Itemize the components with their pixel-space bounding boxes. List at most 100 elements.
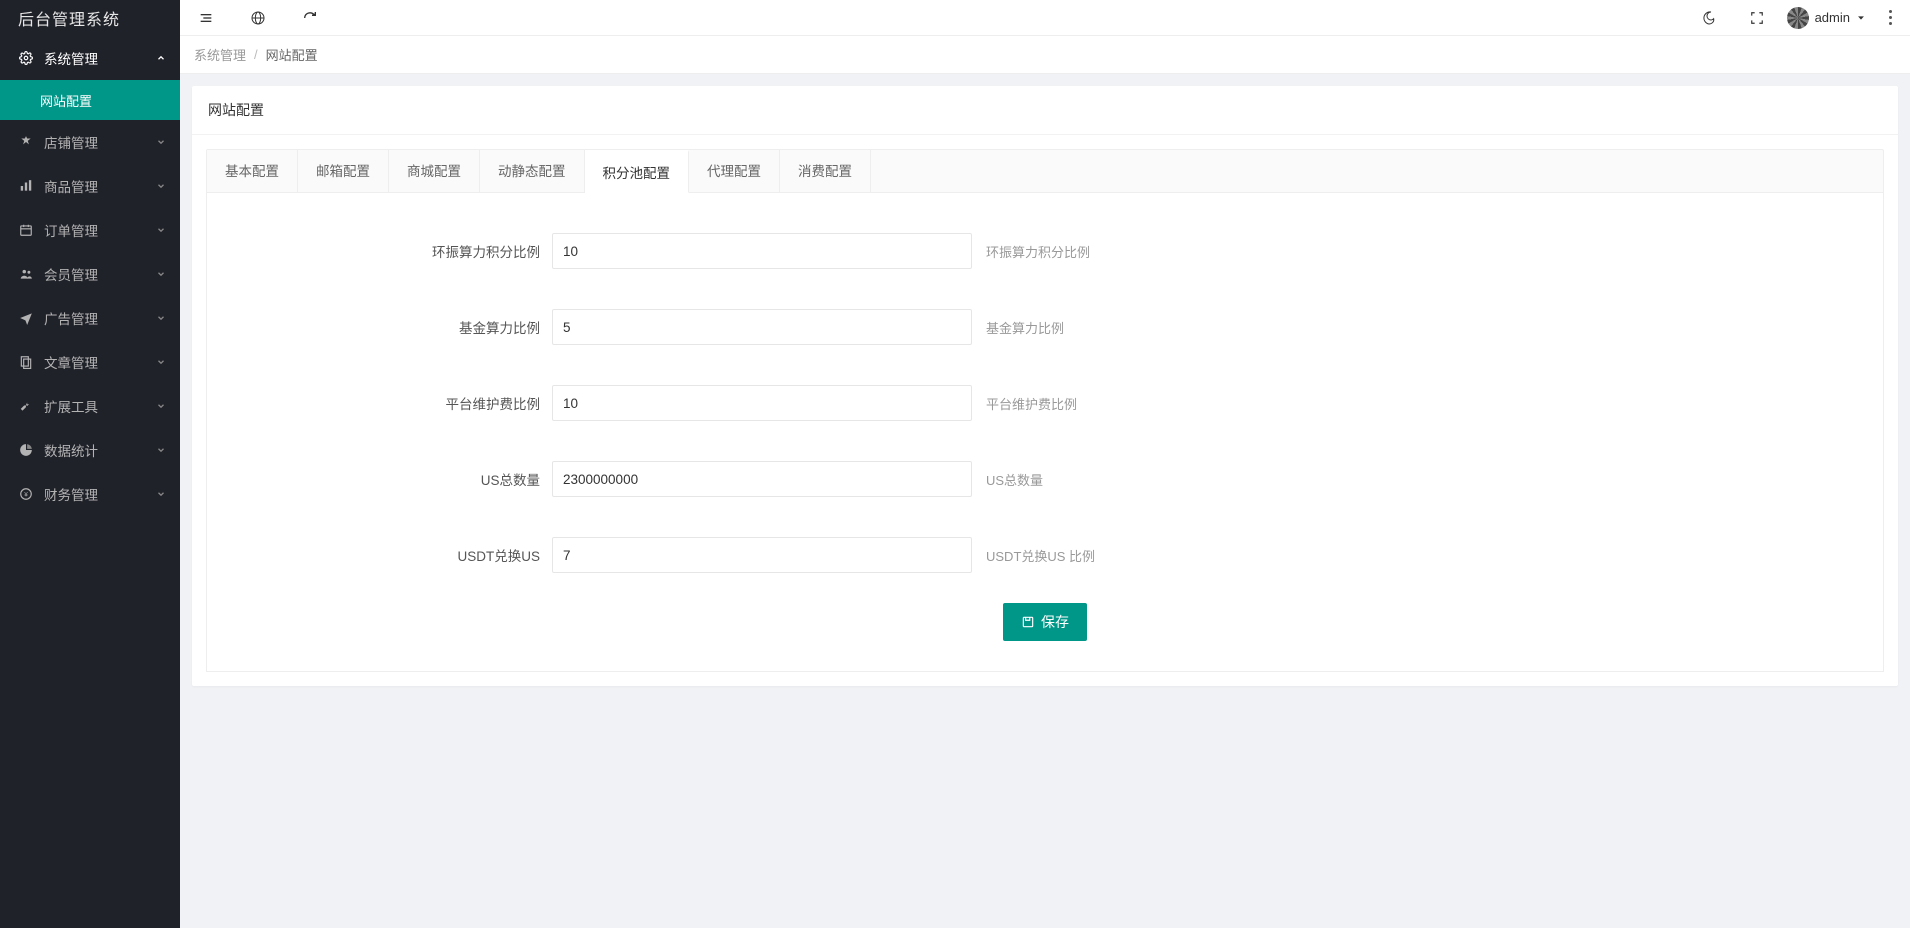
- app-title: 后台管理系统: [0, 0, 180, 36]
- card-title: 网站配置: [192, 86, 1898, 135]
- plane-icon: [18, 310, 34, 326]
- svg-text:¥: ¥: [24, 491, 28, 498]
- bar-chart-icon: [18, 178, 34, 194]
- calendar-icon: [18, 222, 34, 238]
- sidebar-subitem-label: 网站配置: [40, 91, 92, 110]
- sidebar-item-ad[interactable]: 广告管理: [0, 296, 180, 340]
- user-menu[interactable]: admin: [1787, 7, 1866, 29]
- fullscreen-icon[interactable]: [1741, 2, 1773, 34]
- sidebar-item-label: 订单管理: [44, 220, 98, 240]
- sidebar-item-system[interactable]: 系统管理: [0, 36, 180, 80]
- globe-icon[interactable]: [242, 2, 274, 34]
- config-card: 网站配置 基本配置 邮箱配置 商城配置 动静态配置 积分池配置 代理配置 消费配…: [192, 86, 1898, 686]
- tab-agent[interactable]: 代理配置: [689, 150, 780, 192]
- chevron-down-icon: [156, 181, 166, 191]
- chevron-down-icon: [156, 269, 166, 279]
- sidebar-item-label: 会员管理: [44, 264, 98, 284]
- form-panel: 环振算力积分比例 环振算力积分比例 基金算力比例 基金算力比例 平台维护费比例 …: [206, 193, 1884, 672]
- form-label: 基金算力比例: [217, 317, 552, 337]
- sidebar-item-finance[interactable]: ¥ 财务管理: [0, 472, 180, 516]
- form-row-usdt-exchange: USDT兑换US USDT兑换US 比例: [217, 517, 1873, 593]
- chevron-down-icon: [156, 357, 166, 367]
- sidebar-item-member[interactable]: 会员管理: [0, 252, 180, 296]
- gear-icon: [18, 50, 34, 66]
- tab-basic[interactable]: 基本配置: [207, 150, 298, 192]
- sidebar: 后台管理系统 系统管理 网站配置 店铺管理: [0, 0, 180, 928]
- form-hint: 环振算力积分比例: [986, 242, 1090, 261]
- form-hint: 基金算力比例: [986, 318, 1064, 337]
- sidebar-item-label: 系统管理: [44, 48, 98, 68]
- breadcrumb-separator: /: [254, 47, 258, 62]
- sidebar-item-order[interactable]: 订单管理: [0, 208, 180, 252]
- sidebar-item-label: 店铺管理: [44, 132, 98, 152]
- breadcrumb-crumb[interactable]: 系统管理: [194, 45, 246, 64]
- refresh-icon[interactable]: [294, 2, 326, 34]
- form-label: USDT兑换US: [217, 545, 552, 565]
- username-label: admin: [1815, 10, 1850, 25]
- coin-icon: ¥: [18, 486, 34, 502]
- hand-icon: [18, 134, 34, 150]
- content-area: 网站配置 基本配置 邮箱配置 商城配置 动静态配置 积分池配置 代理配置 消费配…: [180, 74, 1910, 698]
- form-label: US总数量: [217, 469, 552, 489]
- sidebar-item-label: 商品管理: [44, 176, 98, 196]
- card-body: 基本配置 邮箱配置 商城配置 动静态配置 积分池配置 代理配置 消费配置 环振算…: [192, 135, 1898, 686]
- fund-power-ratio-input[interactable]: [552, 309, 972, 345]
- platform-fee-ratio-input[interactable]: [552, 385, 972, 421]
- ring-power-ratio-input[interactable]: [552, 233, 972, 269]
- sidebar-item-label: 财务管理: [44, 484, 98, 504]
- form-row-platform-fee-ratio: 平台维护费比例 平台维护费比例: [217, 365, 1873, 441]
- topbar-left: [190, 2, 326, 34]
- sidebar-item-label: 文章管理: [44, 352, 98, 372]
- users-icon: [18, 266, 34, 282]
- form-label: 环振算力积分比例: [217, 241, 552, 261]
- sidebar-item-extension[interactable]: 扩展工具: [0, 384, 180, 428]
- usdt-exchange-input[interactable]: [552, 537, 972, 573]
- tab-points-pool[interactable]: 积分池配置: [585, 150, 690, 193]
- form-row-ring-power-ratio: 环振算力积分比例 环振算力积分比例: [217, 213, 1873, 289]
- sidebar-item-label: 扩展工具: [44, 396, 98, 416]
- wrench-icon: [18, 398, 34, 414]
- chevron-down-icon: [156, 137, 166, 147]
- sidebar-item-product[interactable]: 商品管理: [0, 164, 180, 208]
- config-tabs: 基本配置 邮箱配置 商城配置 动静态配置 积分池配置 代理配置 消费配置: [206, 149, 1884, 193]
- topbar-right: admin: [1695, 2, 1900, 34]
- form-row-us-total: US总数量 US总数量: [217, 441, 1873, 517]
- theme-icon[interactable]: [1695, 2, 1727, 34]
- tab-mall[interactable]: 商城配置: [389, 150, 480, 192]
- caret-down-icon: [1856, 13, 1866, 23]
- chevron-up-icon: [156, 53, 166, 63]
- pie-chart-icon: [18, 442, 34, 458]
- sidebar-menu: 系统管理 网站配置 店铺管理 商品管理: [0, 36, 180, 516]
- toggle-sidebar-icon[interactable]: [190, 2, 222, 34]
- sidebar-item-shop[interactable]: 店铺管理: [0, 120, 180, 164]
- tab-email[interactable]: 邮箱配置: [298, 150, 389, 192]
- main-area: admin 系统管理 / 网站配置 网站配置 基本配置 邮箱配置 商城配置 动静…: [180, 0, 1910, 928]
- sidebar-item-label: 广告管理: [44, 308, 98, 328]
- sidebar-item-article[interactable]: 文章管理: [0, 340, 180, 384]
- save-icon: [1021, 615, 1035, 629]
- topbar: admin: [180, 0, 1910, 36]
- chevron-down-icon: [156, 489, 166, 499]
- chevron-down-icon: [156, 225, 166, 235]
- us-total-input[interactable]: [552, 461, 972, 497]
- save-button[interactable]: 保存: [1003, 603, 1087, 641]
- files-icon: [18, 354, 34, 370]
- form-hint: USDT兑换US 比例: [986, 546, 1095, 565]
- sidebar-subitem-site-config[interactable]: 网站配置: [0, 80, 180, 120]
- chevron-down-icon: [156, 445, 166, 455]
- avatar-icon: [1787, 7, 1809, 29]
- save-button-label: 保存: [1041, 612, 1069, 632]
- breadcrumb-crumb-current: 网站配置: [266, 45, 318, 64]
- form-hint: 平台维护费比例: [986, 394, 1077, 413]
- tab-consume[interactable]: 消费配置: [780, 150, 871, 192]
- breadcrumb: 系统管理 / 网站配置: [180, 36, 1910, 74]
- more-menu-icon[interactable]: [1880, 10, 1900, 25]
- form-actions: 保存: [217, 593, 1873, 641]
- chevron-down-icon: [156, 401, 166, 411]
- form-label: 平台维护费比例: [217, 393, 552, 413]
- tab-static-dynamic[interactable]: 动静态配置: [480, 150, 585, 192]
- sidebar-item-stats[interactable]: 数据统计: [0, 428, 180, 472]
- form-row-fund-power-ratio: 基金算力比例 基金算力比例: [217, 289, 1873, 365]
- sidebar-item-label: 数据统计: [44, 440, 98, 460]
- form-hint: US总数量: [986, 470, 1043, 489]
